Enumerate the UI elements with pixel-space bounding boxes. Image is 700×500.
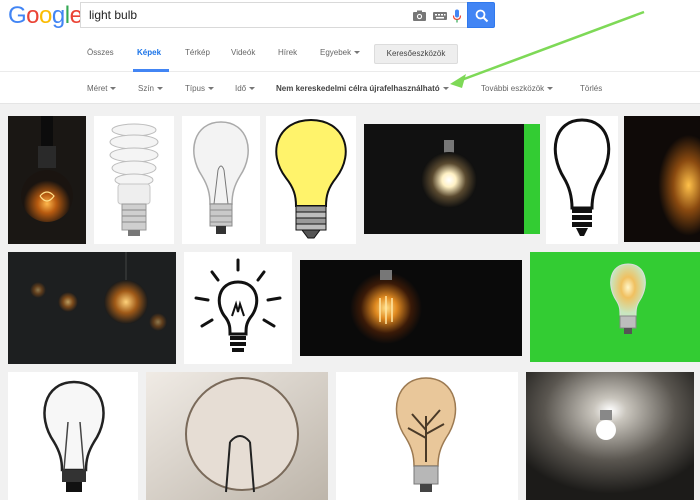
search-input[interactable]: light bulb: [80, 2, 467, 28]
chevron-down-icon: [110, 87, 117, 91]
image-result-8[interactable]: [8, 252, 176, 364]
logo-letter-g2: g: [51, 2, 65, 29]
search-query-text[interactable]: light bulb: [89, 8, 137, 22]
filter-usage-rights-label: Nem kereskedelmi célra újrafelhasználhat…: [276, 84, 440, 93]
chevron-down-icon: [249, 87, 256, 91]
filter-time-label: Idő: [235, 84, 247, 93]
search-tools-button[interactable]: Keresőeszközök: [374, 44, 458, 64]
filter-type[interactable]: Típus: [185, 84, 215, 93]
chevron-down-icon: [354, 51, 361, 55]
logo-letter-g: G: [8, 2, 27, 29]
image-result-6[interactable]: [546, 116, 618, 244]
microphone-icon[interactable]: [452, 9, 462, 23]
filter-size-label: Méret: [87, 84, 108, 93]
search-button[interactable]: [467, 2, 495, 28]
filter-time[interactable]: Idő: [235, 84, 256, 93]
tab-more-label: Egyebek: [320, 48, 352, 57]
chevron-down-icon: [547, 87, 554, 91]
image-result-4[interactable]: [266, 116, 356, 244]
chevron-down-icon: [208, 87, 215, 91]
image-result-14[interactable]: [336, 372, 518, 500]
filter-more-tools[interactable]: További eszközök: [481, 84, 554, 93]
logo-letter-o2: o: [39, 2, 52, 29]
search-tabs: Összes Képek Térkép Videók Hírek Egyebek…: [0, 36, 700, 72]
image-result-3[interactable]: [182, 116, 260, 244]
camera-icon[interactable]: [412, 9, 427, 23]
logo-letter-o1: o: [26, 2, 40, 29]
image-result-5[interactable]: [364, 124, 540, 234]
filter-clear[interactable]: Törlés: [580, 84, 602, 93]
filter-usage-rights[interactable]: Nem kereskedelmi célra újrafelhasználhat…: [276, 84, 449, 93]
image-result-12[interactable]: [8, 372, 138, 500]
tab-maps[interactable]: Térkép: [185, 48, 210, 57]
filter-type-label: Típus: [185, 84, 206, 93]
chevron-down-icon: [442, 87, 449, 91]
filter-bar: Méret Szín Típus Idő Nem kereskedelmi cé…: [0, 72, 700, 104]
tab-images[interactable]: Képek: [137, 48, 161, 57]
filter-color-label: Szín: [138, 84, 155, 93]
keyboard-icon[interactable]: [432, 9, 448, 23]
header: Google light bulb: [0, 0, 700, 36]
image-result-13[interactable]: [146, 372, 328, 500]
image-result-9[interactable]: [184, 252, 292, 364]
tab-more[interactable]: Egyebek: [320, 48, 361, 57]
filter-more-tools-label: További eszközök: [481, 84, 545, 93]
search-icon: [475, 9, 489, 23]
image-result-15[interactable]: [526, 372, 694, 500]
chevron-down-icon: [157, 87, 164, 91]
image-result-1[interactable]: [8, 116, 86, 244]
image-results-grid: [0, 104, 700, 500]
tab-videos[interactable]: Videók: [231, 48, 255, 57]
image-result-7[interactable]: [624, 116, 700, 242]
filter-color[interactable]: Szín: [138, 84, 164, 93]
tab-news[interactable]: Hírek: [278, 48, 297, 57]
filter-size[interactable]: Méret: [87, 84, 117, 93]
google-logo[interactable]: Google: [8, 2, 83, 30]
image-result-2[interactable]: [94, 116, 174, 244]
image-result-11[interactable]: [530, 252, 700, 362]
image-result-10[interactable]: [300, 260, 522, 356]
tab-all[interactable]: Összes: [87, 48, 114, 57]
